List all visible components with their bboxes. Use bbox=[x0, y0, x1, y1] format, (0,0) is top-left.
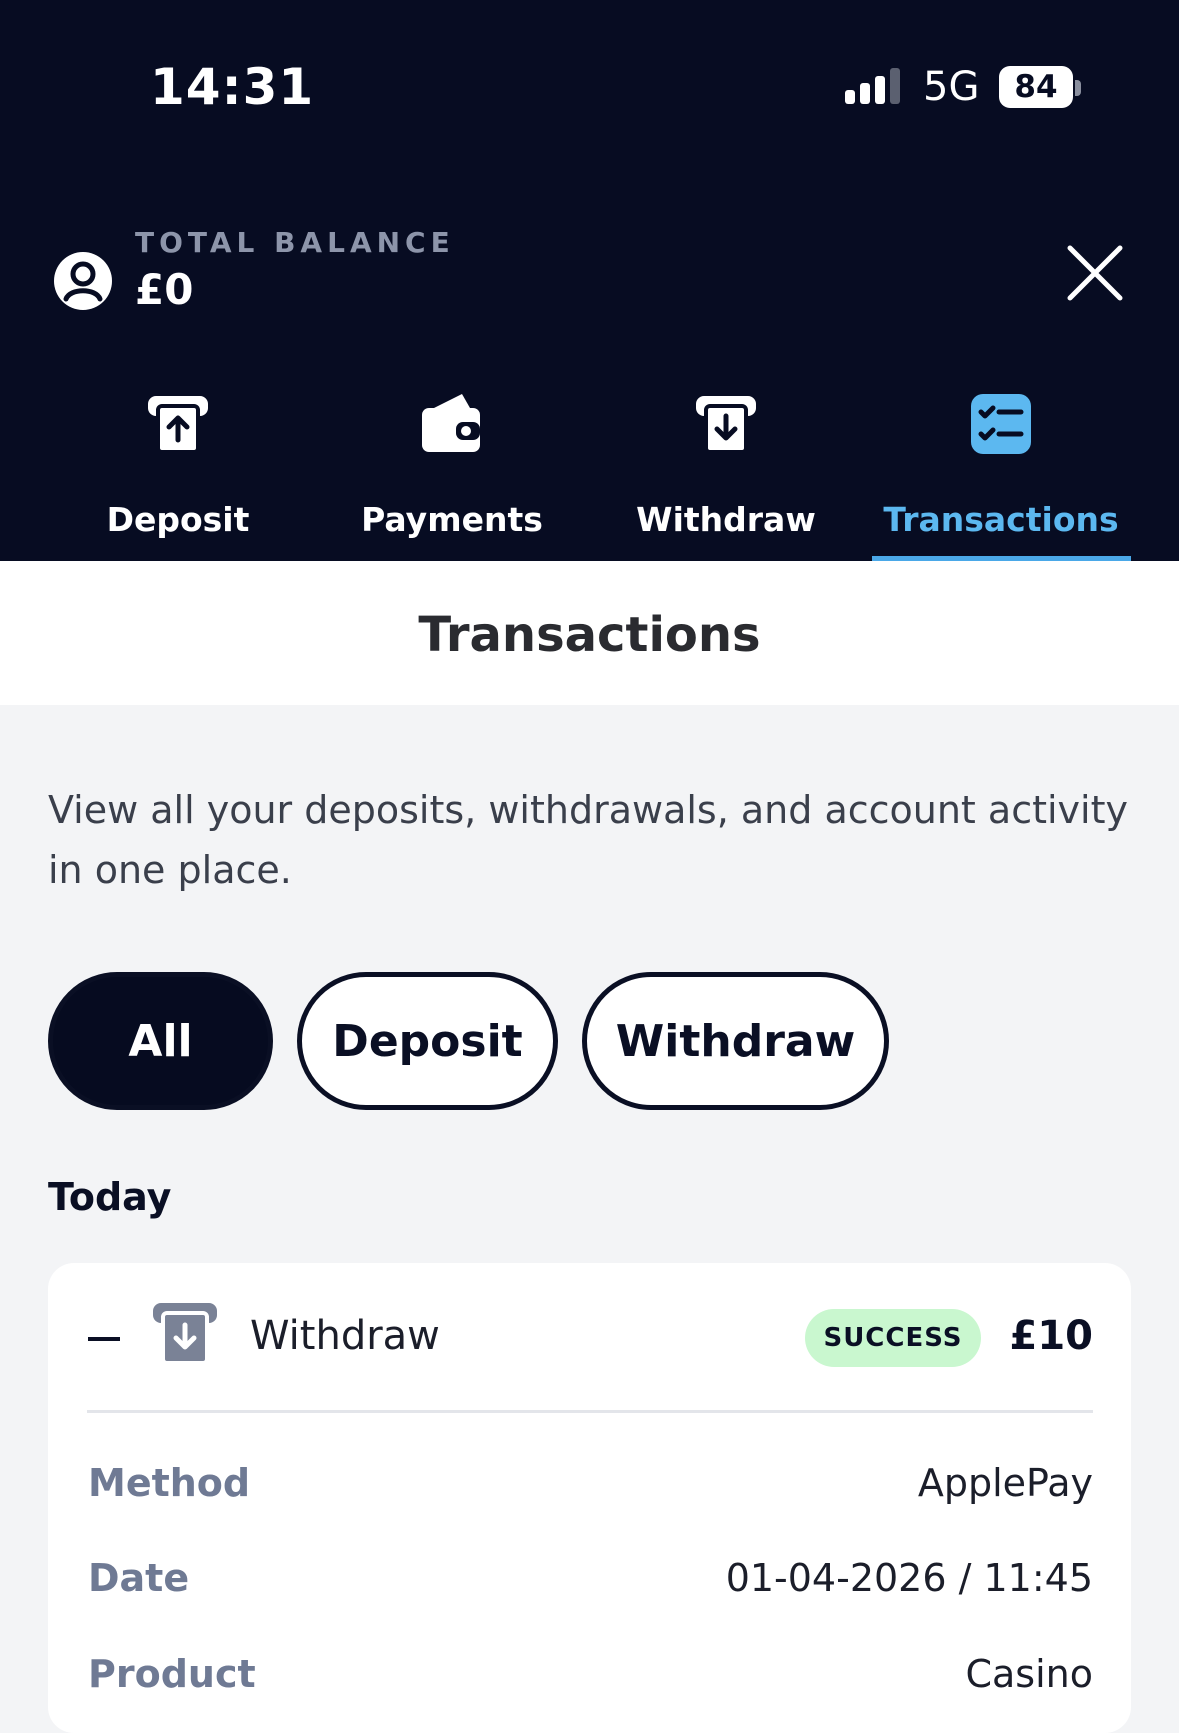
page-title-bar: Transactions bbox=[0, 561, 1179, 705]
collapse-icon[interactable] bbox=[88, 1337, 120, 1341]
signal-icon bbox=[845, 68, 900, 104]
detail-value-product: Casino bbox=[965, 1652, 1093, 1696]
detail-label-method: Method bbox=[88, 1461, 251, 1505]
section-today: Today bbox=[48, 1175, 172, 1219]
detail-label-date: Date bbox=[88, 1556, 190, 1600]
transactions-list-icon bbox=[971, 394, 1031, 454]
status-badge: SUCCESS bbox=[805, 1309, 981, 1367]
transaction-card: Withdraw SUCCESS £10 Method ApplePay Dat… bbox=[48, 1263, 1131, 1733]
page-intro: View all your deposits, withdrawals, and… bbox=[48, 788, 1128, 892]
filter-withdraw[interactable]: Withdraw bbox=[582, 972, 889, 1110]
withdraw-icon bbox=[696, 396, 756, 454]
close-icon[interactable] bbox=[1064, 242, 1126, 304]
card-divider bbox=[87, 1410, 1093, 1413]
transaction-type: Withdraw bbox=[250, 1313, 440, 1359]
filter-deposit[interactable]: Deposit bbox=[297, 972, 558, 1110]
tab-deposit-label: Deposit bbox=[106, 500, 250, 539]
detail-label-product: Product bbox=[88, 1652, 256, 1696]
tab-withdraw[interactable]: Withdraw bbox=[596, 390, 856, 561]
tab-transactions[interactable]: Transactions bbox=[871, 390, 1131, 561]
network-type: 5G bbox=[923, 64, 980, 110]
page-title: Transactions bbox=[418, 607, 761, 663]
battery-nub bbox=[1075, 80, 1081, 96]
tab-deposit[interactable]: Deposit bbox=[48, 390, 308, 561]
total-balance-label: TOTAL BALANCE bbox=[135, 226, 455, 259]
tab-payments[interactable]: Payments bbox=[322, 390, 582, 561]
total-balance-value: £0 bbox=[135, 265, 194, 314]
wallet-icon bbox=[422, 394, 480, 452]
detail-value-method: ApplePay bbox=[917, 1461, 1093, 1505]
tab-transactions-label: Transactions bbox=[883, 500, 1119, 539]
battery-level: 84 bbox=[1014, 69, 1058, 105]
user-icon[interactable] bbox=[52, 250, 114, 312]
tab-withdraw-label: Withdraw bbox=[636, 500, 816, 539]
deposit-icon bbox=[148, 396, 208, 454]
detail-value-date: 01-04-2026 / 11:45 bbox=[725, 1556, 1093, 1600]
status-time: 14:31 bbox=[150, 58, 315, 116]
filter-all[interactable]: All bbox=[48, 972, 273, 1110]
transaction-amount: £10 bbox=[1009, 1313, 1094, 1359]
tab-payments-label: Payments bbox=[361, 500, 543, 539]
account-header: 14:31 5G 84 TOTAL BALANCE £0 Deposit Pay… bbox=[0, 0, 1179, 561]
withdraw-icon bbox=[153, 1303, 217, 1365]
battery-icon: 84 bbox=[999, 66, 1073, 108]
